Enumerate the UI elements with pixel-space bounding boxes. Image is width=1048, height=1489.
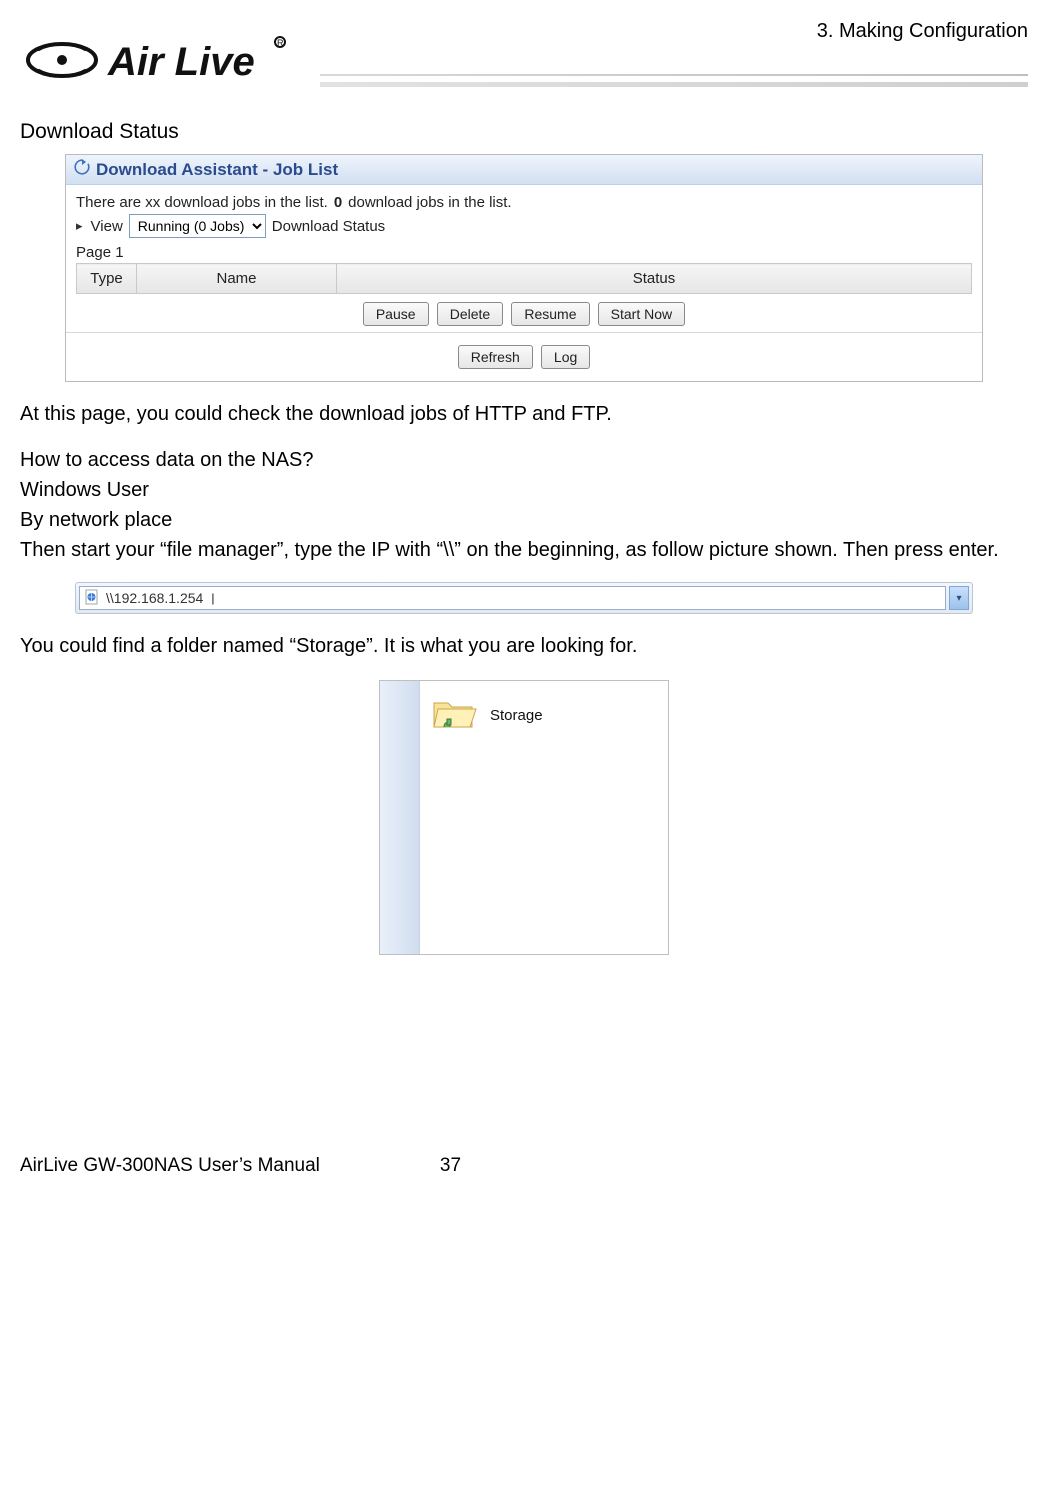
manual-title: AirLive GW-300NAS User’s Manual [20,1155,320,1177]
job-table: Type Name Status [76,263,972,294]
panel-title-bar: Download Assistant - Job List [66,155,982,185]
delete-button[interactable]: Delete [437,302,503,326]
nas-sub-networkplace: By network place [20,506,1028,534]
nas-instruction: Then start your “file manager”, type the… [20,536,1028,564]
view-label: View [91,218,123,235]
nas-sub-windows: Windows User [20,476,1028,504]
chevron-down-icon: ▾ [956,593,961,604]
svg-text:Air Live: Air Live [107,40,255,84]
refresh-icon [74,159,90,180]
header-rule-thick [320,82,1028,87]
page-number: 37 [440,1155,461,1177]
nas-heading: How to access data on the NAS? [20,446,1028,474]
page-footer: AirLive GW-300NAS User’s Manual 37 [20,1155,1028,1177]
pause-button[interactable]: Pause [363,302,429,326]
ie-page-icon [84,589,100,608]
view-select[interactable]: Running (0 Jobs) [129,214,266,238]
status-line: There are xx download jobs in the list. … [76,194,972,211]
text-cursor: | [211,591,214,605]
storage-folder-label: Storage [490,707,543,724]
column-name: Name [137,264,337,294]
status-suffix: download jobs in the list. [348,194,511,211]
column-type: Type [77,264,137,294]
refresh-button[interactable]: Refresh [458,345,533,369]
address-value: \\192.168.1.254 [106,590,203,606]
address-bar: \\192.168.1.254 | ▾ [75,582,973,614]
start-now-button[interactable]: Start Now [598,302,685,326]
download-assistant-panel: Download Assistant - Job List There are … [65,154,983,382]
panel-description: At this page, you could check the downlo… [20,400,1028,428]
storage-folder[interactable]: Storage [432,693,656,737]
storage-description: You could find a folder named “Storage”.… [20,632,1028,660]
address-input[interactable]: \\192.168.1.254 | [79,586,946,610]
resume-button[interactable]: Resume [511,302,589,326]
explorer-sidebar [380,681,420,954]
brand-logo: Air Live R [20,20,300,104]
chapter-label: 3. Making Configuration [817,20,1028,43]
svg-text:R: R [277,38,284,48]
explorer-window: Storage [379,680,669,955]
section-title: Download Status [20,120,1028,144]
header-rule [320,74,1028,76]
status-count: 0 [334,194,342,211]
panel-title: Download Assistant - Job List [96,160,338,180]
page-header: Air Live R 3. Making Configuration [20,20,1028,100]
address-dropdown-button[interactable]: ▾ [949,586,969,610]
column-status: Status [337,264,972,294]
page-indicator: Page 1 [76,244,972,261]
status-prefix: There are xx download jobs in the list. [76,194,328,211]
log-button[interactable]: Log [541,345,590,369]
view-suffix: Download Status [272,218,385,235]
folder-share-icon [432,693,480,737]
expand-caret-icon: ▸ [76,218,83,234]
